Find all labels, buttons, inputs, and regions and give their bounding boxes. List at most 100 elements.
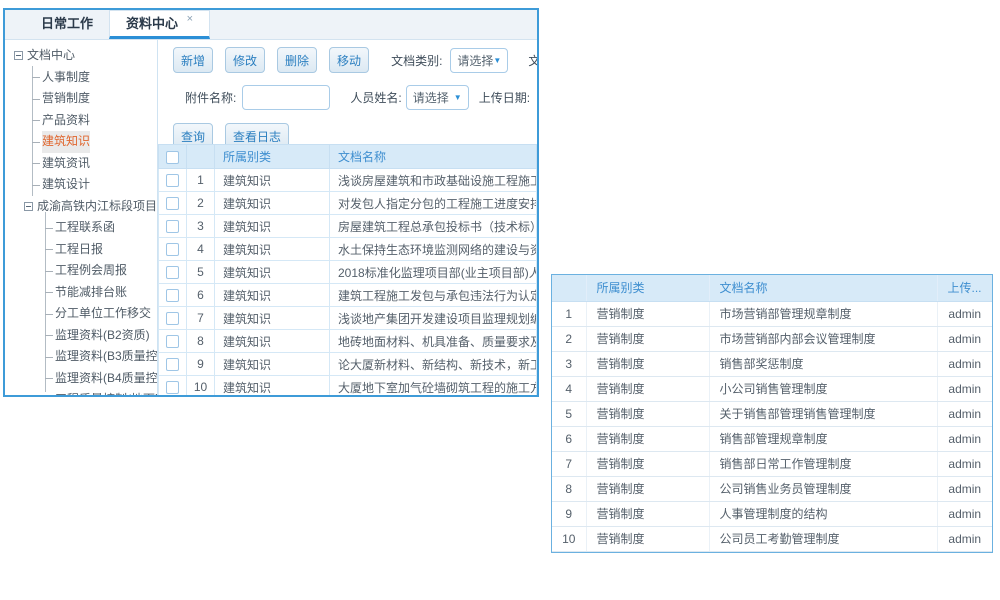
row-checkbox[interactable] (166, 335, 179, 348)
row-doc-name: 浅谈地产集团开发建设项目监理规划编... (330, 307, 537, 330)
table-row[interactable]: 9建筑知识论大厦新材料、新结构、新技术，新工... (159, 353, 537, 376)
row-index: 1 (552, 301, 586, 326)
document-list-pane: 新增修改删除移动 文档类别: 请选择 ▼ 文档名称: 附件名称: 人员姓名: 请… (158, 40, 537, 396)
row-category: 营销制度 (586, 501, 709, 526)
action-button-2[interactable]: 删除 (277, 47, 317, 73)
row-doc-name: 大厦地下室加气砼墙砌筑工程的施工方... (330, 376, 537, 397)
table-row[interactable]: 7营销制度销售部日常工作管理制度admin (552, 451, 992, 476)
row-doc-name: 销售部日常工作管理制度 (709, 451, 937, 476)
row-category: 建筑知识 (215, 307, 330, 330)
table-row[interactable]: 3建筑知识房屋建筑工程总承包投标书（技术标）... (159, 215, 537, 238)
collapse-icon[interactable] (24, 202, 33, 211)
tree-item[interactable]: 产品资料 (5, 110, 157, 132)
row-category: 建筑知识 (215, 238, 330, 261)
table-row[interactable]: 5建筑知识2018标准化监理项目部(业主项目部)人员... (159, 261, 537, 284)
table-row[interactable]: 8建筑知识地砖地面材料、机具准备、质量要求及... (159, 330, 537, 353)
close-icon[interactable]: × (187, 13, 193, 25)
row-doc-name: 人事管理制度的结构 (709, 501, 937, 526)
table-row[interactable]: 1营销制度市场营销部管理规章制度admin (552, 301, 992, 326)
row-index: 8 (552, 476, 586, 501)
table-row[interactable]: 10建筑知识大厦地下室加气砼墙砌筑工程的施工方... (159, 376, 537, 397)
table-row[interactable]: 2营销制度市场营销部内部会议管理制度admin (552, 326, 992, 351)
tree-item[interactable]: 监理资料(B4质量控制) (5, 368, 157, 390)
row-category: 建筑知识 (215, 169, 330, 192)
left-table-header-row: 所属别类 文档名称 (159, 145, 537, 169)
tree-item[interactable]: 监理资料(B3质量控制) (5, 346, 157, 368)
tree-item[interactable]: 成渝高铁内江标段项目 (5, 196, 157, 218)
tab-daily-work[interactable]: 日常工作 (25, 10, 109, 39)
tree-item[interactable]: 分工单位工作移交 (5, 303, 157, 325)
row-doc-name: 公司销售业务员管理制度 (709, 476, 937, 501)
tree-item[interactable]: 文档中心 (5, 45, 157, 67)
row-category: 建筑知识 (215, 284, 330, 307)
tree-item-label: 工程质量控制(地下室) (55, 389, 158, 396)
tree-item-label: 监理资料(B4质量控制) (55, 368, 158, 390)
row-uploader: admin (937, 476, 992, 501)
table-row[interactable]: 4建筑知识水土保持生态环境监测网络的建设与资... (159, 238, 537, 261)
row-uploader: admin (937, 401, 992, 426)
tree-item[interactable]: 工程联系函 (5, 217, 157, 239)
collapse-icon[interactable] (14, 51, 23, 60)
row-checkbox[interactable] (166, 312, 179, 325)
person-name-select[interactable]: 请选择 ▼ (406, 85, 469, 110)
attachment-name-input[interactable] (242, 85, 330, 110)
column-header-uploader: 上传... (937, 275, 992, 301)
tree-item[interactable]: 人事制度 (5, 67, 157, 89)
row-index: 1 (187, 169, 215, 192)
tree-branch-line (45, 335, 53, 336)
table-row[interactable]: 2建筑知识对发包人指定分包的工程施工进度安排... (159, 192, 537, 215)
row-uploader: admin (937, 451, 992, 476)
row-checkbox[interactable] (166, 174, 179, 187)
tree-item[interactable]: 节能减排台账 (5, 282, 157, 304)
tree-item[interactable]: 工程质量控制(地下室) (5, 389, 157, 396)
table-row[interactable]: 9营销制度人事管理制度的结构admin (552, 501, 992, 526)
table-row[interactable]: 4营销制度小公司销售管理制度admin (552, 376, 992, 401)
tree-branch-line (45, 228, 53, 229)
tree-item-label: 监理资料(B2资质) (55, 325, 150, 347)
table-row[interactable]: 8营销制度公司销售业务员管理制度admin (552, 476, 992, 501)
action-button-1[interactable]: 修改 (225, 47, 265, 73)
tree-item-label: 监理资料(B3质量控制) (55, 346, 158, 368)
row-checkbox[interactable] (166, 220, 179, 233)
row-checkbox[interactable] (166, 197, 179, 210)
left-table: 所属别类 文档名称 1建筑知识浅谈房屋建筑和市政基础设施工程施工...2建筑知识… (158, 144, 537, 396)
row-uploader: admin (937, 351, 992, 376)
row-checkbox[interactable] (166, 358, 179, 371)
table-row[interactable]: 7建筑知识浅谈地产集团开发建设项目监理规划编... (159, 307, 537, 330)
row-checkbox[interactable] (166, 381, 179, 394)
tree-item[interactable]: 工程日报 (5, 239, 157, 261)
select-all-checkbox[interactable] (166, 151, 179, 164)
row-index: 10 (187, 376, 215, 397)
table-row[interactable]: 3营销制度销售部奖惩制度admin (552, 351, 992, 376)
doc-name-label: 文档名称: (528, 52, 537, 69)
tree-item[interactable]: 监理资料(B2资质) (5, 325, 157, 347)
tree-item[interactable]: 建筑设计 (5, 174, 157, 196)
row-index: 10 (552, 526, 586, 551)
action-button-0[interactable]: 新增 (173, 47, 213, 73)
row-checkbox[interactable] (166, 266, 179, 279)
table-row[interactable]: 5营销制度关于销售部管理销售管理制度admin (552, 401, 992, 426)
action-button-3[interactable]: 移动 (329, 47, 369, 73)
table-row[interactable]: 10营销制度公司员工考勤管理制度admin (552, 526, 992, 551)
tree-item[interactable]: 建筑知识 (5, 131, 157, 153)
tree-branch-line (32, 120, 40, 121)
row-uploader: admin (937, 326, 992, 351)
tree-branch-line (45, 378, 53, 379)
doc-category-select[interactable]: 请选择 ▼ (450, 48, 508, 73)
row-category: 营销制度 (586, 376, 709, 401)
chevron-down-icon: ▼ (454, 93, 462, 102)
table-row[interactable]: 1建筑知识浅谈房屋建筑和市政基础设施工程施工... (159, 169, 537, 192)
row-category: 营销制度 (586, 351, 709, 376)
row-checkbox[interactable] (166, 243, 179, 256)
tree-item-label: 建筑知识 (42, 131, 90, 153)
row-category: 营销制度 (586, 526, 709, 551)
tree-item[interactable]: 工程例会周报 (5, 260, 157, 282)
tab-data-center[interactable]: 资料中心 × (109, 10, 210, 39)
tree-item[interactable]: 营销制度 (5, 88, 157, 110)
table-row[interactable]: 6建筑知识建筑工程施工发包与承包违法行为认定... (159, 284, 537, 307)
tree-item[interactable]: 建筑资讯 (5, 153, 157, 175)
row-index: 4 (187, 238, 215, 261)
tree-item-label: 建筑资讯 (42, 153, 90, 175)
table-row[interactable]: 6营销制度销售部管理规章制度admin (552, 426, 992, 451)
row-checkbox[interactable] (166, 289, 179, 302)
